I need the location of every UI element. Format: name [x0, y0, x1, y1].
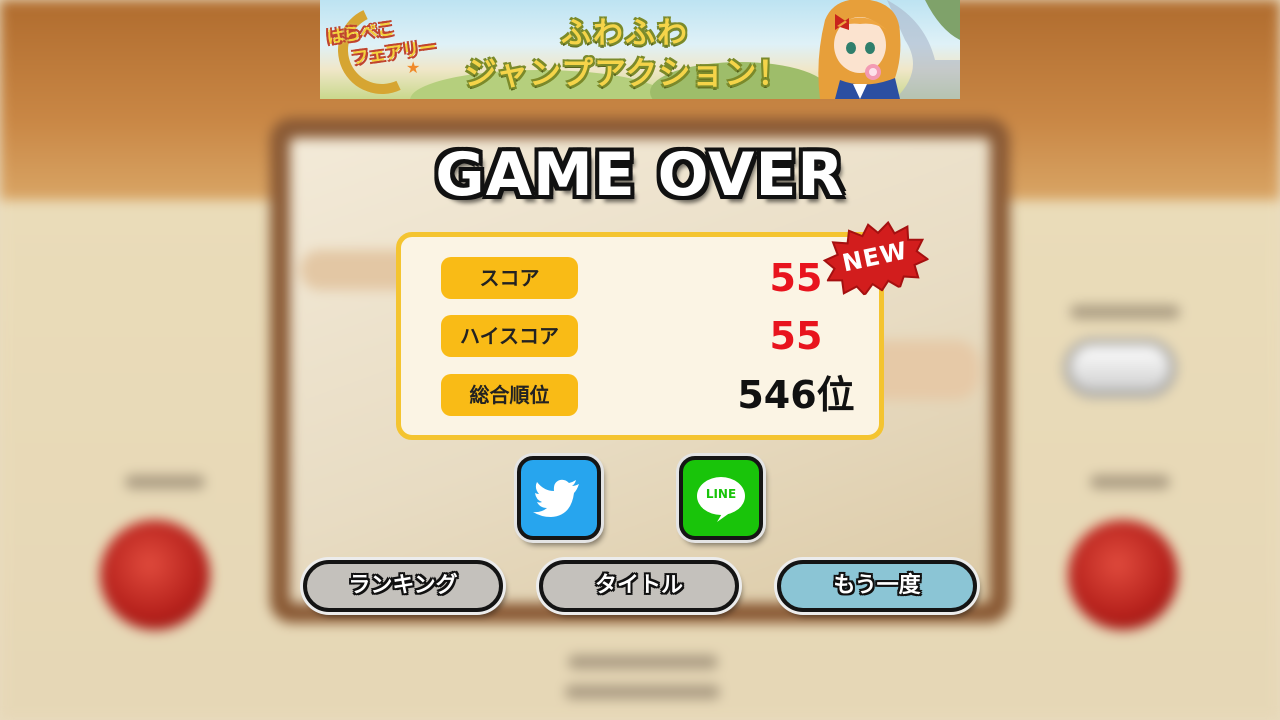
right-button-blurred — [1068, 520, 1178, 630]
high-score-value: 55 — [769, 314, 823, 358]
star-icon: ★ — [406, 58, 421, 77]
line-share-button[interactable]: LINE — [679, 456, 763, 540]
high-score-row: ハイスコア 55 — [441, 314, 861, 358]
banner-tagline-1: ふわふわ — [561, 16, 689, 51]
line-icon-label: LINE — [705, 487, 737, 501]
ad-banner[interactable]: はらぺこ フェアリー ★ ふわふわ ジャンプアクション！ — [320, 0, 960, 99]
twitter-bird-icon — [533, 479, 579, 517]
twitter-share-button[interactable] — [517, 456, 601, 540]
result-panel: スコア 55 ハイスコア 55 総合順位 546位 — [396, 232, 884, 440]
overall-rank-value: 546位 — [737, 373, 855, 417]
score-row: スコア 55 — [441, 256, 861, 300]
left-button-blurred — [100, 520, 210, 630]
overall-rank-row: 総合順位 546位 — [441, 373, 861, 417]
pause-pill-blurred — [1070, 345, 1170, 391]
banner-logo-text: はらぺこ フェアリー — [325, 19, 438, 70]
banner-tagline-2: ジャンプアクション！ — [464, 54, 791, 92]
fairy-girl-illustration — [818, 0, 960, 99]
ranking-button[interactable]: ランキング — [303, 560, 503, 612]
overall-rank-label: 総合順位 — [441, 374, 578, 416]
game-over-title: GAME OVER — [435, 140, 845, 210]
score-label: スコア — [441, 257, 578, 299]
high-score-label: ハイスコア — [441, 315, 578, 357]
retry-button[interactable]: もう一度 — [777, 560, 977, 612]
title-button[interactable]: タイトル — [539, 560, 739, 612]
